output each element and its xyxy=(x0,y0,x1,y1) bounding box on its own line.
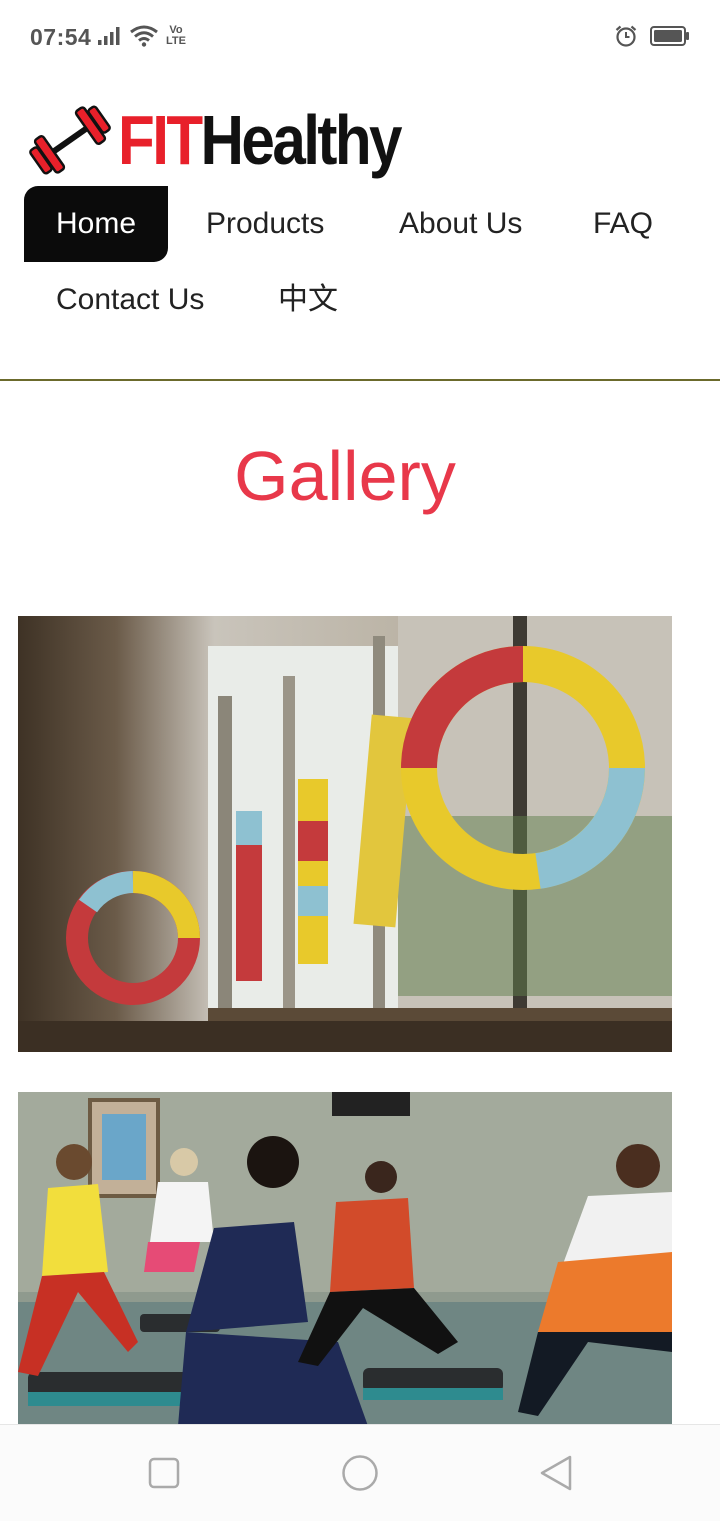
logo-healthy-text: Healthy xyxy=(200,101,403,179)
system-nav-bar xyxy=(0,1424,720,1521)
home-button[interactable] xyxy=(341,1454,379,1492)
back-button[interactable] xyxy=(538,1454,574,1492)
header-divider xyxy=(0,379,720,381)
nav-about-us[interactable]: About Us xyxy=(399,186,522,262)
signal-icon xyxy=(98,27,120,45)
barbell-icon xyxy=(29,105,111,175)
gallery-title: Gallery xyxy=(234,437,456,515)
nav-chinese[interactable]: 中文 xyxy=(278,262,338,338)
status-bar: 07:54 Vo LTE xyxy=(0,0,720,72)
status-time: 07:54 xyxy=(30,24,92,50)
step-aerobics-class-photo[interactable] xyxy=(18,1092,672,1426)
nav-home[interactable]: Home xyxy=(24,186,169,262)
wifi-icon xyxy=(130,25,158,47)
volte-icon: Vo LTE xyxy=(166,24,186,47)
nav-products[interactable]: Products xyxy=(206,186,324,262)
site-logo[interactable]: FITHealthy xyxy=(28,96,446,184)
nav-contact-us[interactable]: Contact Us xyxy=(56,262,204,338)
nav-faq[interactable]: FAQ xyxy=(593,186,653,262)
recents-button[interactable] xyxy=(148,1457,180,1489)
logo-wordmark: FITHealthy xyxy=(118,105,403,175)
gallery-photo-2-image xyxy=(18,1092,672,1426)
alarm-icon xyxy=(615,25,637,47)
logo-fit-text: FIT xyxy=(118,101,203,179)
gallery-photo-1-image xyxy=(18,616,672,1052)
gym-window-decoration-photo[interactable] xyxy=(18,616,672,1052)
battery-icon xyxy=(650,26,689,46)
